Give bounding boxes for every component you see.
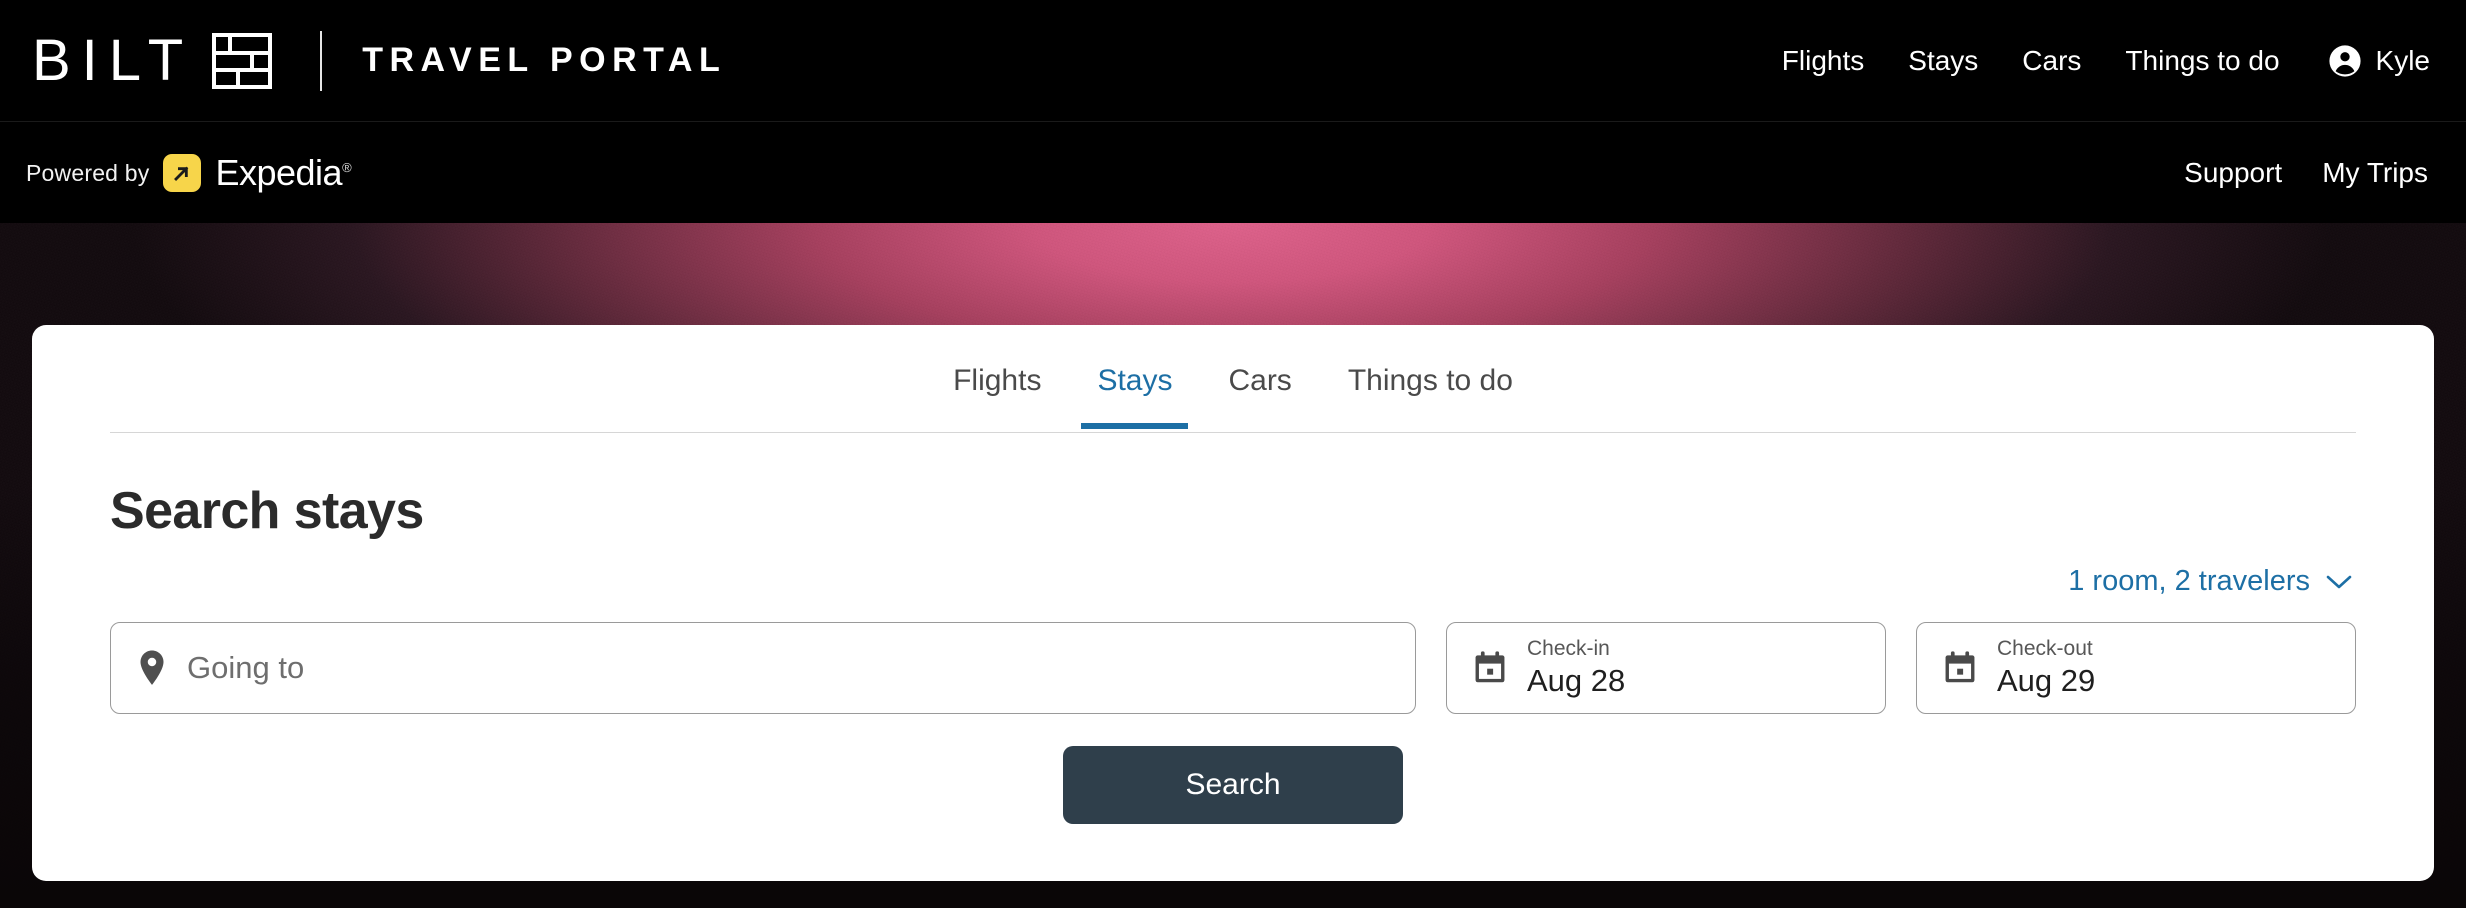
expedia-wordmark: Expedia® <box>215 152 351 194</box>
tab-things-to-do[interactable]: Things to do <box>1320 330 1541 428</box>
search-button[interactable]: Search <box>1063 746 1403 824</box>
trademark-symbol: ® <box>342 160 352 175</box>
check-out-stack: Check-out Aug 29 <box>1997 637 2095 699</box>
brand-divider <box>320 30 323 91</box>
brand-logo[interactable]: BILT TRAVEL PORTAL <box>30 27 727 93</box>
room-traveler-selector[interactable]: 1 room, 2 travelers <box>2068 565 2352 598</box>
check-in-label: Check-in <box>1527 637 1610 661</box>
calendar-icon <box>1473 650 1507 686</box>
my-trips-link[interactable]: My Trips <box>2322 157 2428 189</box>
expedia-name: Expedia <box>215 152 343 193</box>
travelers-summary: 1 room, 2 travelers <box>2068 565 2310 597</box>
nav-item-things-to-do[interactable]: Things to do <box>2125 45 2279 77</box>
search-button-row: Search <box>32 746 2434 824</box>
account-name[interactable]: Kyle <box>2376 45 2430 77</box>
tab-cars[interactable]: Cars <box>1200 330 1319 428</box>
account-menu[interactable]: Kyle <box>2328 44 2430 78</box>
nav-item-cars[interactable]: Cars <box>2022 45 2081 77</box>
travelers-row: 1 room, 2 travelers <box>32 565 2352 598</box>
search-tabs: Flights Stays Cars Things to do <box>110 325 2356 433</box>
partner-bar: Powered by Expedia® Support My Trips <box>0 123 2466 223</box>
brand-wordmark: BILT <box>32 27 195 93</box>
search-fields: Going to Check-in Aug 28 Check-out Aug 2… <box>110 622 2356 714</box>
partner-bar-links: Support My Trips <box>2184 157 2428 189</box>
search-heading: Search stays <box>110 482 424 540</box>
nav-item-stays[interactable]: Stays <box>1908 45 1978 77</box>
destination-input[interactable]: Going to <box>187 650 304 686</box>
destination-field[interactable]: Going to <box>110 622 1416 714</box>
tab-flights[interactable]: Flights <box>925 330 1069 428</box>
brick-grid-icon <box>212 32 273 89</box>
page-title: TRAVEL PORTAL <box>362 41 727 79</box>
check-in-value: Aug 28 <box>1527 663 1626 699</box>
powered-by-expedia: Powered by Expedia® <box>26 152 352 194</box>
support-link[interactable]: Support <box>2184 157 2282 189</box>
check-in-stack: Check-in Aug 28 <box>1527 637 1625 699</box>
calendar-icon <box>1943 650 1977 686</box>
check-out-value: Aug 29 <box>1997 663 2096 699</box>
nav-item-flights[interactable]: Flights <box>1782 45 1864 77</box>
check-out-field[interactable]: Check-out Aug 29 <box>1916 622 2356 714</box>
tab-stays[interactable]: Stays <box>1069 330 1200 429</box>
map-pin-icon <box>137 649 167 687</box>
site-header: BILT TRAVEL PORTAL Flights Stays Cars Th… <box>0 0 2466 122</box>
expedia-arrow-icon <box>163 154 202 192</box>
powered-by-label: Powered by <box>26 159 150 186</box>
account-circle-icon <box>2328 44 2362 78</box>
check-in-field[interactable]: Check-in Aug 28 <box>1446 622 1886 714</box>
check-out-label: Check-out <box>1997 637 2093 661</box>
chevron-down-icon <box>2326 574 2352 590</box>
search-card: Flights Stays Cars Things to do Search s… <box>32 325 2434 881</box>
primary-navigation: Flights Stays Cars Things to do Kyle <box>1782 44 2430 78</box>
